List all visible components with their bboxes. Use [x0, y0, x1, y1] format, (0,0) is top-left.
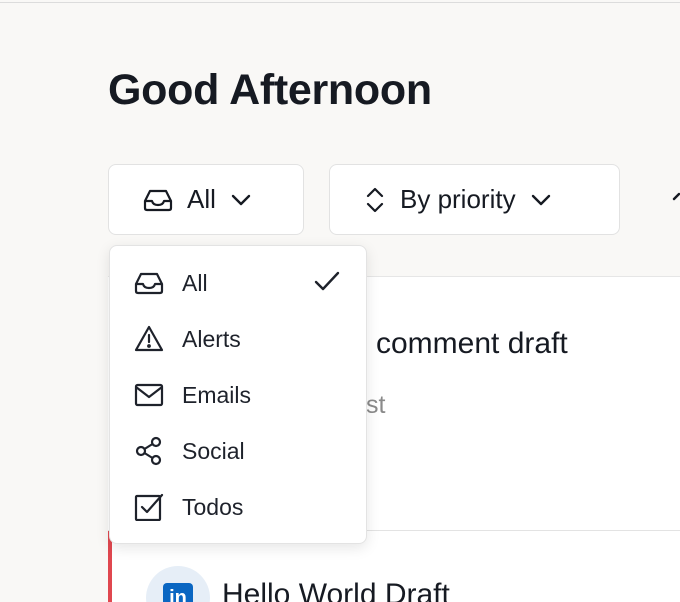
filter-button[interactable]: All [108, 164, 304, 235]
filter-dropdown-menu: All Alerts Emails Social Todos [109, 245, 367, 544]
card-title[interactable]: comment draft [376, 327, 568, 361]
filter-option-alerts[interactable]: Alerts [110, 311, 366, 367]
card-title[interactable]: Hello World Draft [222, 578, 450, 602]
filter-option-all[interactable]: All [110, 255, 366, 311]
filter-option-label: Alerts [182, 325, 241, 352]
filter-option-label: Emails [182, 381, 252, 408]
checkmark-icon [314, 270, 340, 297]
alert-triangle-icon [134, 325, 168, 353]
share-icon [134, 436, 168, 466]
chevron-down-icon [530, 193, 552, 207]
card-subtitle: st [366, 391, 386, 419]
sort-button-label: By priority [400, 184, 516, 214]
filter-option-todos[interactable]: Todos [110, 479, 366, 535]
filter-option-label: Todos [182, 493, 244, 520]
filter-option-emails[interactable]: Emails [110, 367, 366, 423]
top-divider [0, 2, 680, 3]
inbox-icon [143, 188, 173, 212]
filter-option-label: Social [182, 437, 245, 464]
filter-option-social[interactable]: Social [110, 423, 366, 479]
chevron-down-icon [230, 193, 252, 207]
mail-icon [134, 383, 168, 407]
filter-option-label: All [182, 269, 208, 296]
linkedin-icon: in [163, 583, 193, 602]
chevron-left-icon[interactable] [672, 186, 680, 215]
sort-button[interactable]: By priority [329, 164, 620, 235]
sort-arrows-icon [366, 187, 384, 213]
page-title: Good Afternoon [108, 66, 432, 114]
filter-button-label: All [187, 184, 216, 214]
inbox-icon [134, 271, 168, 295]
checkbox-icon [134, 493, 168, 521]
